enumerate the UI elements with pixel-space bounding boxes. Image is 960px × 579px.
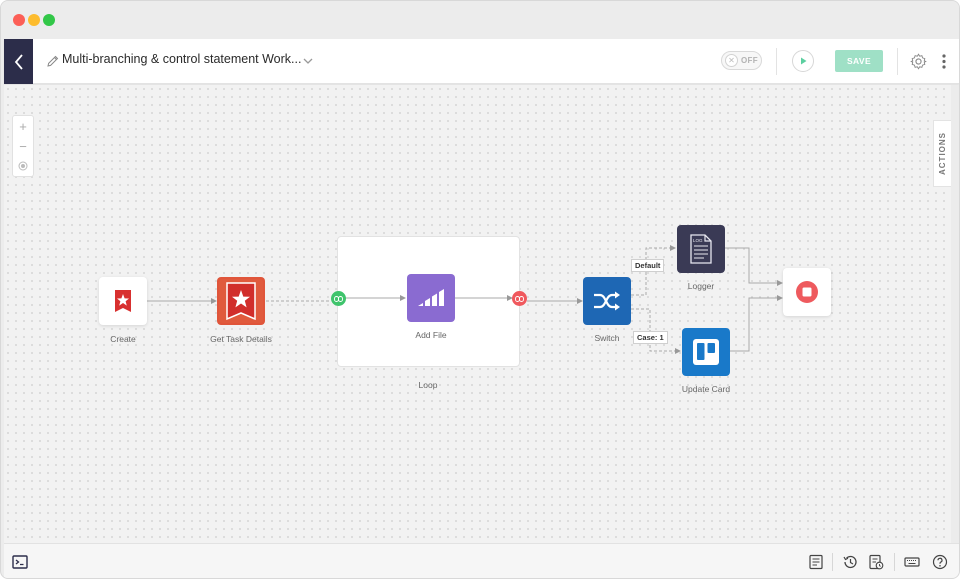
vertical-scrollbar[interactable] bbox=[951, 85, 959, 543]
title-bar bbox=[1, 1, 959, 39]
caret-down-icon[interactable] bbox=[302, 55, 314, 67]
back-button[interactable] bbox=[4, 39, 33, 84]
toggle-knob: ✕ bbox=[725, 54, 738, 67]
node-update-card-label: Update Card bbox=[681, 384, 731, 394]
node-update-card[interactable] bbox=[682, 328, 730, 376]
edge-logger-to-stop bbox=[725, 247, 783, 286]
node-stop[interactable] bbox=[783, 268, 831, 316]
close-window-button[interactable] bbox=[13, 14, 25, 26]
wunderlist-icon bbox=[219, 279, 263, 323]
node-create-label: Create bbox=[110, 334, 136, 344]
play-icon bbox=[801, 57, 807, 65]
trello-icon bbox=[693, 339, 719, 365]
node-switch-label: Switch bbox=[594, 333, 620, 343]
log-icon[interactable] bbox=[868, 554, 884, 570]
save-button[interactable]: SAVE bbox=[835, 50, 883, 72]
terminal-icon[interactable] bbox=[12, 554, 28, 570]
header-divider bbox=[897, 48, 898, 75]
link-icon bbox=[515, 295, 524, 302]
toggle-label: OFF bbox=[741, 56, 758, 65]
history-icon[interactable] bbox=[842, 554, 858, 570]
maximize-window-button[interactable] bbox=[43, 14, 55, 26]
workflow-title[interactable]: Multi-branching & control statement Work… bbox=[62, 52, 301, 66]
gear-icon[interactable] bbox=[910, 53, 927, 70]
wunderlist-icon bbox=[115, 290, 131, 312]
link-icon bbox=[334, 295, 343, 302]
workflow-canvas[interactable]: + − Create Get Task Details Add File Loo… bbox=[4, 85, 951, 543]
edge-update-card-to-stop bbox=[730, 295, 783, 352]
pencil-icon[interactable] bbox=[46, 54, 60, 68]
bar-chart-icon bbox=[418, 289, 444, 306]
shuffle-icon bbox=[594, 291, 620, 311]
actions-panel-tab[interactable]: ACTIONS bbox=[933, 120, 951, 187]
loop-start-connector[interactable] bbox=[331, 291, 346, 306]
node-create[interactable] bbox=[99, 277, 147, 325]
workflow-active-toggle[interactable]: ✕ OFF bbox=[721, 51, 762, 70]
branch-default-tag[interactable]: Default bbox=[631, 259, 665, 272]
keyboard-icon[interactable] bbox=[904, 554, 920, 570]
node-switch[interactable] bbox=[583, 277, 631, 325]
footer-divider bbox=[832, 553, 833, 571]
node-logger-label: Logger bbox=[687, 281, 715, 291]
footer-divider bbox=[894, 553, 895, 571]
help-icon[interactable] bbox=[932, 554, 948, 570]
svg-text:LOG: LOG bbox=[693, 238, 703, 243]
notes-icon[interactable] bbox=[808, 554, 824, 570]
run-test-button[interactable] bbox=[792, 50, 814, 72]
loop-end-connector[interactable] bbox=[512, 291, 527, 306]
bottom-toolbar bbox=[4, 543, 959, 578]
app-window: Multi-branching & control statement Work… bbox=[0, 0, 960, 579]
branch-case1-tag[interactable]: Case: 1 bbox=[633, 331, 668, 344]
back-chevron-icon bbox=[14, 53, 23, 70]
kebab-icon[interactable] bbox=[942, 54, 946, 69]
node-logger[interactable]: LOG bbox=[677, 225, 725, 273]
minimize-window-button[interactable] bbox=[28, 14, 40, 26]
edge-switch-case1 bbox=[631, 308, 681, 354]
node-get-task-details-label: Get Task Details bbox=[210, 334, 272, 344]
node-add-file[interactable] bbox=[407, 274, 455, 322]
node-add-file-label: Add File bbox=[415, 330, 447, 340]
stop-icon bbox=[796, 281, 818, 303]
header-divider bbox=[776, 48, 777, 75]
workflow-header: Multi-branching & control statement Work… bbox=[4, 39, 959, 84]
log-document-icon: LOG bbox=[690, 234, 712, 264]
actions-tab-label: ACTIONS bbox=[938, 132, 947, 175]
loop-label: Loop bbox=[418, 380, 438, 390]
node-get-task-details[interactable] bbox=[217, 277, 265, 325]
